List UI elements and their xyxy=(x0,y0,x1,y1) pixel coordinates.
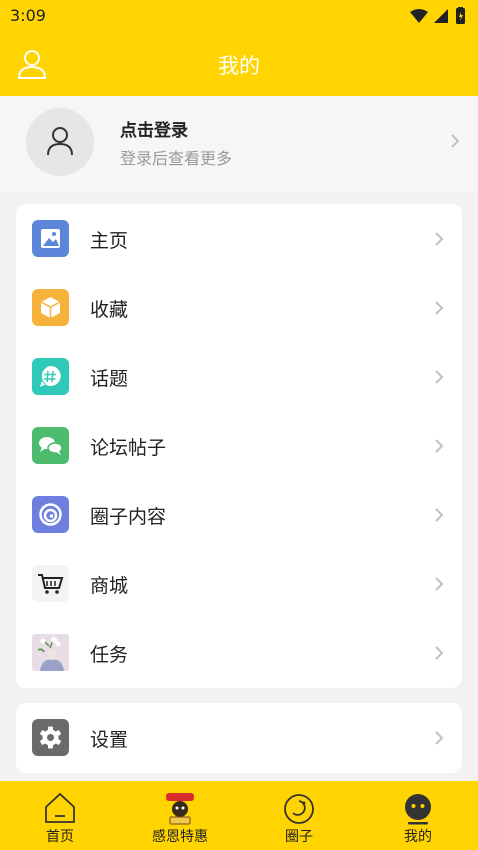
tab-circle[interactable]: 圈子 xyxy=(249,781,349,850)
menu-item-circle-content[interactable]: 圈子内容 xyxy=(16,480,462,549)
tab-label: 感恩特惠 xyxy=(152,829,208,845)
menu-item-tasks[interactable]: 任务 xyxy=(16,618,462,687)
avatar[interactable] xyxy=(26,108,94,176)
home-icon xyxy=(45,792,75,823)
tab-label: 圈子 xyxy=(285,829,313,845)
chevron-right-icon xyxy=(435,508,444,522)
menu-item-forum-posts[interactable]: 论坛帖子 xyxy=(16,411,462,480)
tab-mine[interactable]: 我的 xyxy=(368,781,468,850)
menu-item-favorites[interactable]: 收藏 xyxy=(16,273,462,342)
menu-label: 主页 xyxy=(90,230,129,252)
menu-label: 话题 xyxy=(90,368,129,390)
menu-label: 商城 xyxy=(90,575,129,597)
status-time: 3:09 xyxy=(10,6,46,25)
status-bar: 3:09 xyxy=(0,0,478,32)
page-title: 我的 xyxy=(218,54,260,78)
profile-face-icon xyxy=(405,794,431,825)
title-bar: 我的 xyxy=(0,32,478,96)
chevron-right-icon xyxy=(435,439,444,453)
menu-label: 任务 xyxy=(90,644,129,666)
chevron-right-icon xyxy=(435,370,444,384)
menu-label: 圈子内容 xyxy=(90,506,167,528)
spiral-icon xyxy=(32,496,69,533)
shopping-cart-icon xyxy=(32,565,69,602)
promo-mascot-icon xyxy=(166,793,194,825)
hashtag-chat-icon xyxy=(32,358,69,395)
menu-label: 设置 xyxy=(90,729,129,751)
menu-label: 论坛帖子 xyxy=(90,437,167,459)
box-icon xyxy=(32,289,69,326)
image-icon xyxy=(32,220,69,257)
status-icons xyxy=(410,7,465,24)
menu-label: 收藏 xyxy=(90,299,129,321)
menu-item-settings[interactable]: 设置 xyxy=(16,703,462,773)
login-subtitle: 登录后查看更多 xyxy=(120,149,233,168)
chevron-right-icon xyxy=(435,577,444,591)
chevron-right-icon xyxy=(435,646,444,660)
menu-item-topics[interactable]: 话题 xyxy=(16,342,462,411)
settings-card: 设置 xyxy=(16,703,462,773)
flower-photo-icon xyxy=(32,634,69,671)
login-title: 点击登录 xyxy=(120,121,188,141)
menu-item-mall[interactable]: 商城 xyxy=(16,549,462,618)
login-row[interactable]: 点击登录 登录后查看更多 xyxy=(0,96,478,192)
tab-promo[interactable]: 感恩特惠 xyxy=(130,781,230,850)
avatar-icon xyxy=(47,127,73,156)
circle-icon xyxy=(284,794,314,824)
tab-label: 首页 xyxy=(46,829,74,845)
tab-home[interactable]: 首页 xyxy=(10,781,110,850)
chevron-right-icon xyxy=(435,232,444,246)
menu-item-home[interactable]: 主页 xyxy=(16,204,462,273)
chevron-right-icon xyxy=(435,301,444,315)
tab-label: 我的 xyxy=(404,829,432,845)
chat-bubbles-icon xyxy=(32,427,69,464)
bottom-tab-bar: 首页 感恩特惠 圈子 我的 xyxy=(0,781,478,850)
menu-card: 主页 收藏 话题 论坛帖子 圈子内容 商城 任务 xyxy=(16,204,462,688)
gear-icon xyxy=(32,719,69,756)
chevron-right-icon xyxy=(451,134,460,148)
chevron-right-icon xyxy=(435,731,444,745)
